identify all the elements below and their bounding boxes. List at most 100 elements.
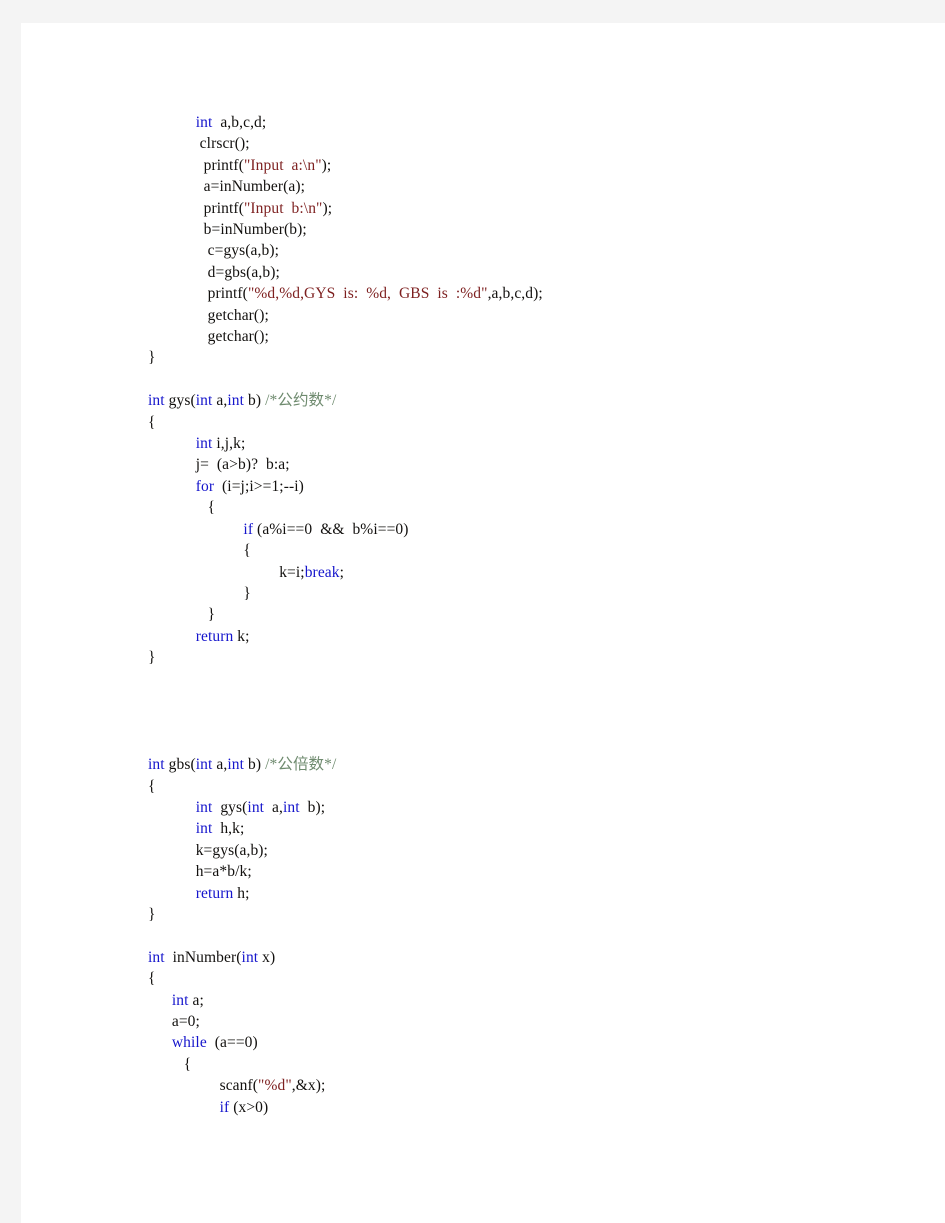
code-token-kw: int: [195, 756, 213, 774]
code-token-plain: );: [322, 199, 333, 217]
code-line: if (a%i==0 && b%i==0): [148, 519, 908, 540]
code-token-plain: );: [321, 156, 332, 174]
code-token-plain: a,: [264, 798, 283, 816]
code-token-plain: a,: [212, 392, 228, 410]
code-line: printf("%d,%d,GYS is: %d, GBS is :%d",a,…: [148, 283, 908, 304]
code-token-plain: gys(: [212, 798, 248, 816]
code-line: int i,j,k;: [148, 433, 908, 454]
code-token-plain: h;: [233, 884, 250, 902]
code-token-kw: int: [148, 756, 165, 774]
code-line: getchar();: [148, 326, 908, 347]
code-token-kw: int: [195, 114, 213, 131]
code-line: return h;: [148, 883, 908, 904]
code-token-plain: gbs(: [164, 756, 196, 774]
code-line: scanf("%d",&x);: [148, 1075, 908, 1096]
code-token-plain: j= (a>b)? b:a;: [195, 456, 290, 474]
code-token-plain: }: [148, 349, 156, 367]
code-token-kw: if: [243, 520, 254, 538]
code-line: int h,k;: [148, 818, 908, 839]
code-line: d=gbs(a,b);: [148, 262, 908, 283]
code-token-plain: }: [243, 584, 251, 602]
code-token-plain: a,: [212, 756, 228, 774]
code-token-plain: c=gys(a,b);: [195, 242, 280, 260]
code-token-plain: gys(: [164, 392, 196, 410]
code-token-plain: (a==0): [206, 1034, 258, 1052]
code-token-str: "Input b:\n": [243, 199, 323, 217]
code-token-plain: b): [244, 756, 266, 774]
code-line: int a;: [148, 990, 908, 1011]
code-token-plain: printf(: [195, 285, 248, 303]
code-line: c=gys(a,b);: [148, 240, 908, 261]
code-line: int a,b,c,d;: [148, 112, 908, 133]
code-line: printf("Input b:\n");: [148, 198, 908, 219]
code-token-plain: getchar();: [195, 328, 269, 346]
code-token-plain: i,j,k;: [212, 435, 246, 453]
code-token-plain: clrscr();: [195, 135, 250, 153]
code-token-str: "Input a:\n": [243, 156, 322, 174]
code-token-plain: a;: [188, 991, 204, 1009]
code-token-kw: int: [227, 756, 245, 774]
code-token-plain: (i=j;i>=1;--i): [214, 477, 304, 495]
code-token-plain: {: [243, 542, 251, 560]
code-token-plain: (x>0): [229, 1098, 269, 1116]
code-token-kw: for: [195, 477, 215, 495]
code-token-comment: /*公倍数*/: [265, 756, 337, 774]
code-line: int gys(int a,int b) /*公约数*/: [148, 390, 908, 411]
code-line: a=inNumber(a);: [148, 176, 908, 197]
code-token-plain: h,k;: [212, 820, 245, 838]
code-line: int gbs(int a,int b) /*公倍数*/: [148, 754, 908, 775]
code-line: {: [148, 968, 908, 989]
code-token-plain: a=inNumber(a);: [195, 178, 306, 196]
code-token-plain: b): [244, 392, 266, 410]
code-token-kw: int: [148, 948, 165, 966]
code-token-kw: break: [304, 563, 340, 581]
code-token-kw: int: [241, 948, 259, 966]
code-token-plain: h=a*b/k;: [195, 863, 252, 881]
code-token-plain: printf(: [195, 156, 244, 174]
code-token-kw: while: [171, 1034, 207, 1052]
code-token-plain: }: [148, 649, 156, 667]
code-line: }: [148, 647, 908, 668]
code-token-plain: {: [148, 413, 156, 431]
code-token-plain: d=gbs(a,b);: [195, 263, 280, 281]
code-token-plain: k=i;: [279, 563, 305, 581]
code-token-plain: {: [148, 777, 156, 795]
code-line: while (a==0): [148, 1032, 908, 1053]
code-line: {: [148, 497, 908, 518]
code-token-str: "%d": [258, 1077, 292, 1095]
code-line: return k;: [148, 626, 908, 647]
code-token-plain: ,a,b,c,d);: [487, 285, 543, 303]
code-line: {: [148, 1054, 908, 1075]
code-line: j= (a>b)? b:a;: [148, 454, 908, 475]
code-line: for (i=j;i>=1;--i): [148, 476, 908, 497]
code-token-kw: int: [195, 435, 213, 453]
code-line: clrscr();: [148, 133, 908, 154]
